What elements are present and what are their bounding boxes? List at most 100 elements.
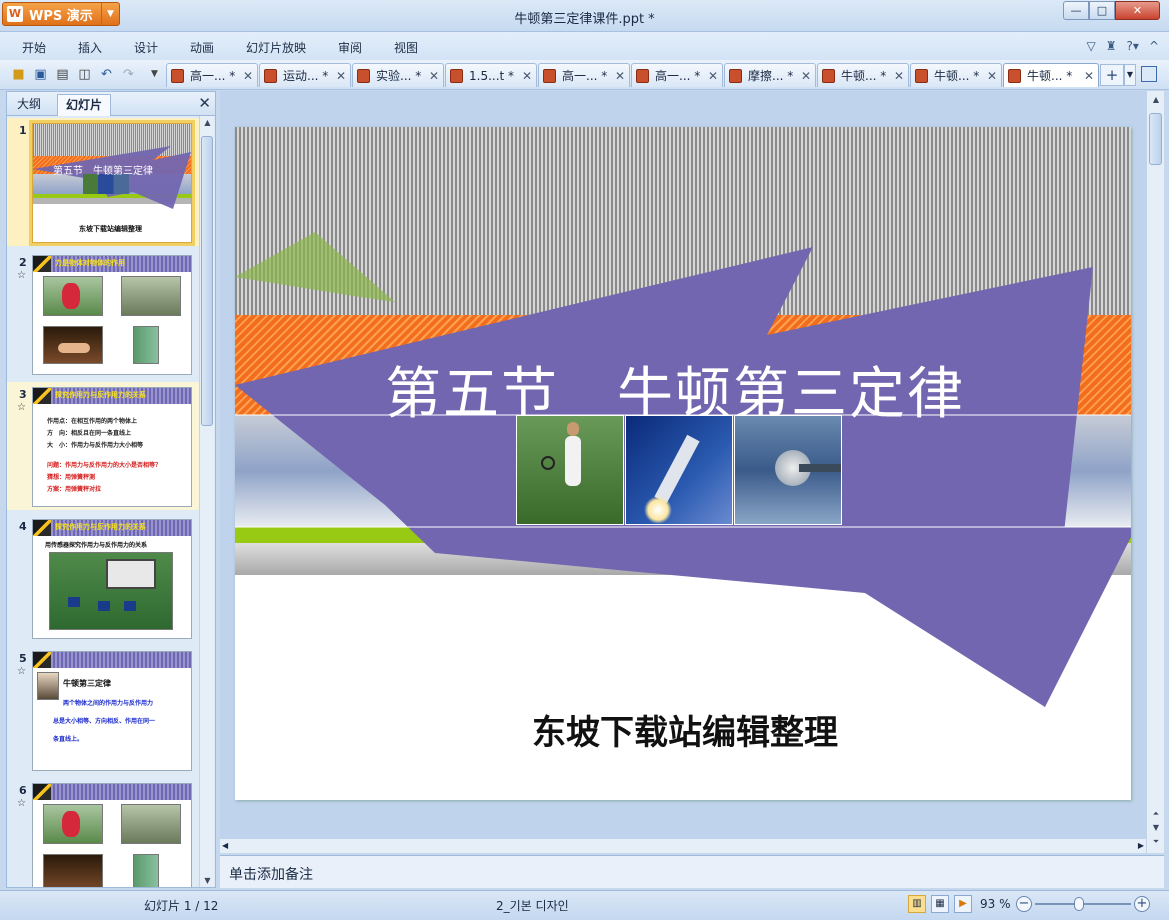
- slide-canvas[interactable]: 第五节 牛顿第三定律 东坡下载站编辑整理: [235, 127, 1131, 800]
- minimize-ribbon-icon[interactable]: ^: [1149, 39, 1159, 53]
- customize-toolbar-icon[interactable]: ▼: [146, 66, 163, 83]
- thumbnail-number: 3: [19, 388, 27, 401]
- scroll-right-icon[interactable]: ▶: [1138, 841, 1144, 850]
- doc-tab[interactable]: 运动... * ✕: [259, 63, 351, 87]
- doc-tab[interactable]: 实验... * ✕: [352, 63, 444, 87]
- notes-placeholder[interactable]: 单击添加备注: [229, 864, 313, 884]
- doc-tab[interactable]: 摩擦... * ✕: [724, 63, 816, 87]
- slide-thumbnail-6[interactable]: 6 ☆: [7, 778, 199, 887]
- close-icon[interactable]: ✕: [801, 69, 811, 83]
- slide-thumbnail-3[interactable]: 3 ☆ 探究作用力与反作用力的关系 作用点：在相互作用的两个物体上 方 向：相反…: [7, 382, 199, 510]
- animation-star-icon: ☆: [17, 270, 26, 281]
- new-tab-button[interactable]: +: [1100, 64, 1124, 86]
- theme-name: 2_기본 디자인: [496, 899, 569, 913]
- thumbnail-title: 第五节 牛顿第三定律: [53, 166, 153, 177]
- title-bar: W WPS 演示 ▼ 牛顿第三定律课件.ppt * — □ ✕: [0, 0, 1169, 32]
- panel-tabs: 大纲 幻灯片 ✕: [7, 92, 215, 116]
- doc-tab[interactable]: 牛顿... * ✕: [910, 63, 1002, 87]
- redo-icon[interactable]: ↷: [120, 66, 137, 83]
- slide-vertical-scrollbar[interactable]: ▲ ⏶ ▼ ⏷: [1146, 91, 1164, 853]
- close-panel-icon[interactable]: ✕: [198, 94, 211, 112]
- scroll-thumb[interactable]: [201, 136, 213, 426]
- tab-list-dropdown[interactable]: ▼: [1124, 64, 1136, 86]
- thumbnail-number: 6: [19, 784, 27, 797]
- thumbnail-text: 作用点：在相互作用的两个物体上: [47, 418, 138, 425]
- next-slide-icon[interactable]: ⏷: [1147, 837, 1165, 847]
- close-icon[interactable]: ✕: [336, 69, 346, 83]
- thumbnail-preview: [32, 783, 192, 887]
- thumbnail-title: 力是物体对物体的作用: [55, 259, 125, 267]
- save-icon[interactable]: ▣: [32, 66, 49, 83]
- thumbnail-scrollbar[interactable]: ▲ ▼: [199, 116, 214, 887]
- thumbnail-preview: 探究作用力与反作用力的关系 用传感器探究作用力与反作用力的关系: [32, 519, 192, 639]
- ppt-file-icon: [450, 68, 463, 83]
- help-icon[interactable]: ?▾: [1127, 39, 1139, 53]
- layout-toggle-icon[interactable]: [1141, 66, 1157, 82]
- close-icon[interactable]: ✕: [708, 69, 718, 83]
- slide-thumbnail-5[interactable]: 5 ☆ 牛顿第三定律 两个物体之间的作用力与反作用力 总是大小相等、方向相反、作…: [7, 646, 199, 774]
- doc-tab[interactable]: 高一... * ✕: [166, 63, 258, 87]
- slide-thumbnail-4[interactable]: 4 探究作用力与反作用力的关系 用传感器探究作用力与反作用力的关系: [7, 514, 199, 642]
- slide-thumbnail-2[interactable]: 2 ☆ 力是物体对物体的作用: [7, 250, 199, 378]
- close-icon[interactable]: ✕: [429, 69, 439, 83]
- slide-sorter-button[interactable]: ▦: [931, 895, 949, 913]
- scroll-left-icon[interactable]: ◀: [222, 841, 228, 850]
- print-preview-icon[interactable]: ◫: [76, 66, 93, 83]
- scroll-down-icon[interactable]: ▼: [1147, 823, 1165, 832]
- scroll-up-icon[interactable]: ▲: [200, 118, 215, 127]
- menu-home[interactable]: 开始: [22, 39, 46, 56]
- menu-view[interactable]: 视图: [394, 39, 418, 56]
- close-icon[interactable]: ✕: [894, 69, 904, 83]
- close-icon[interactable]: ✕: [243, 69, 253, 83]
- notes-pane[interactable]: 单击添加备注: [220, 855, 1164, 888]
- normal-view-button[interactable]: ▥: [908, 895, 926, 913]
- scroll-down-icon[interactable]: ▼: [200, 876, 215, 885]
- menu-design[interactable]: 设计: [134, 39, 158, 56]
- status-bar: 幻灯片 1 / 12 2_기본 디자인 ▥ ▦ ▶ 93 % − +: [0, 890, 1169, 920]
- slide-thumbnail-1[interactable]: 1 第五节 牛顿第三定律 东坡下载站编辑整理: [7, 118, 199, 246]
- slideshow-button[interactable]: ▶: [954, 895, 972, 913]
- close-icon[interactable]: ✕: [987, 69, 997, 83]
- doc-tab[interactable]: 牛顿... * ✕: [817, 63, 909, 87]
- thumbnail-preview: 第五节 牛顿第三定律 东坡下载站编辑整理: [29, 120, 195, 246]
- print-icon[interactable]: ▤: [54, 66, 71, 83]
- maximize-button[interactable]: □: [1089, 1, 1115, 20]
- doc-tab-active[interactable]: 牛顿... * ✕: [1003, 63, 1099, 87]
- menu-bar: 开始 插入 设计 动画 幻灯片放映 审阅 视图 ▽ ♜ ?▾ ^: [0, 32, 1169, 60]
- zoom-slider-handle[interactable]: [1074, 897, 1085, 911]
- tab-slides[interactable]: 幻灯片: [57, 94, 112, 116]
- doc-tab-label: 牛顿... *: [841, 69, 887, 83]
- thumbnail-title: 探究作用力与反作用力的关系: [55, 391, 146, 399]
- tab-outline[interactable]: 大纲: [9, 94, 49, 116]
- slide-counter: 幻灯片 1 / 12: [144, 899, 219, 913]
- thumbnail-number: 5: [19, 652, 27, 665]
- thumbnail-text: 问题：作用力与反作用力的大小是否相等？: [47, 462, 162, 469]
- scroll-thumb[interactable]: [1149, 113, 1162, 165]
- thumbnail-caption: 用传感器探究作用力与反作用力的关系: [45, 542, 148, 549]
- undo-icon[interactable]: ↶: [98, 66, 115, 83]
- slide-subtitle[interactable]: 东坡下载站编辑整理: [415, 705, 955, 754]
- menu-insert[interactable]: 插入: [78, 39, 102, 56]
- skin-shirt-icon[interactable]: ♜: [1106, 39, 1117, 53]
- close-icon[interactable]: ✕: [1084, 69, 1094, 83]
- zoom-out-button[interactable]: −: [1016, 896, 1032, 912]
- menu-review[interactable]: 审阅: [338, 39, 362, 56]
- close-icon[interactable]: ✕: [615, 69, 625, 83]
- thumbnail-number: 4: [19, 520, 27, 533]
- zoom-in-button[interactable]: +: [1134, 896, 1150, 912]
- slide-horizontal-scrollbar[interactable]: ◀ ▶: [220, 838, 1146, 853]
- doc-tab[interactable]: 高一... * ✕: [538, 63, 630, 87]
- close-window-button[interactable]: ✕: [1115, 1, 1160, 20]
- menu-slideshow[interactable]: 幻灯片放映: [246, 39, 306, 56]
- previous-slide-icon[interactable]: ⏶: [1147, 809, 1165, 819]
- doc-tab[interactable]: 高一... * ✕: [631, 63, 723, 87]
- thumbnail-preview: 力是物体对物体的作用: [32, 255, 192, 375]
- menu-animation[interactable]: 动画: [190, 39, 214, 56]
- collapse-ribbon-icon[interactable]: ▽: [1087, 39, 1096, 53]
- thumbnail-preview: 探究作用力与反作用力的关系 作用点：在相互作用的两个物体上 方 向：相反且在同一…: [32, 387, 192, 507]
- minimize-button[interactable]: —: [1063, 1, 1089, 20]
- open-folder-icon[interactable]: ■: [10, 66, 27, 83]
- scroll-up-icon[interactable]: ▲: [1147, 95, 1165, 104]
- close-icon[interactable]: ✕: [522, 69, 532, 83]
- doc-tab[interactable]: 1.5...t * ✕: [445, 63, 537, 87]
